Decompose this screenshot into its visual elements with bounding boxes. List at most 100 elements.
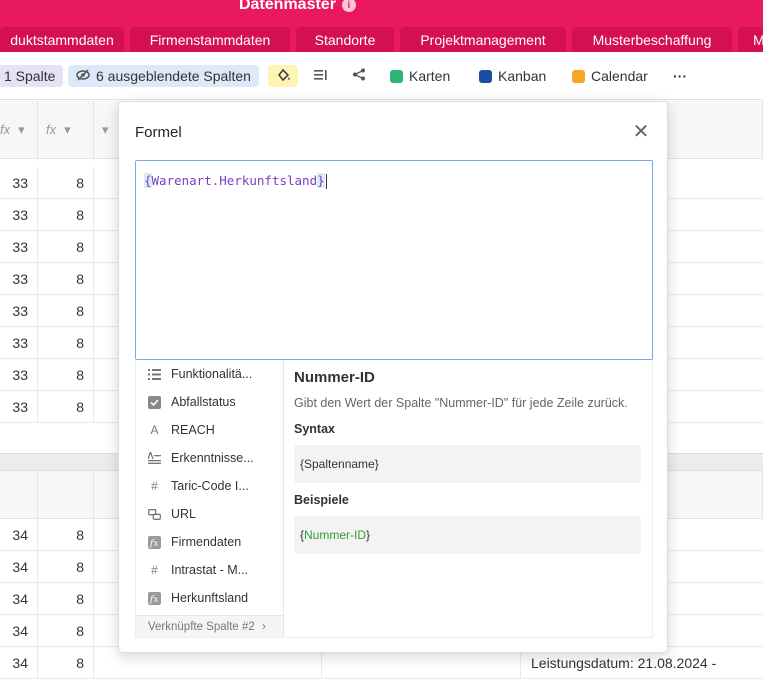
- column-item[interactable]: URL: [136, 500, 283, 528]
- kanban-view-button[interactable]: Kanban: [479, 65, 546, 87]
- tab-more[interactable]: M: [738, 27, 763, 52]
- formula-dialog: Formel ✕ {Warenart.Herkunftsland} Funkti…: [118, 101, 668, 653]
- help-description: Gibt den Wert der Spalte "Nummer-ID" für…: [294, 396, 628, 410]
- chevron-right-icon: ›: [261, 621, 266, 633]
- syntax-box: {Spaltenname}: [294, 445, 641, 483]
- cell[interactable]: 33: [0, 391, 38, 423]
- cell[interactable]: 8: [38, 583, 94, 615]
- column-header-2[interactable]: fx ▾: [38, 101, 94, 159]
- cell[interactable]: 34: [0, 647, 38, 679]
- cell[interactable]: 34: [0, 615, 38, 647]
- kanban-icon: [479, 69, 492, 83]
- tab-produktstammdaten[interactable]: duktstammdaten: [0, 27, 124, 52]
- tab-projektmanagement[interactable]: Projektmanagement: [400, 27, 566, 52]
- cell[interactable]: 33: [0, 263, 38, 295]
- close-icon[interactable]: ✕: [631, 122, 651, 142]
- cell[interactable]: 34: [0, 551, 38, 583]
- frozen-columns-label: 1 Spalte: [4, 68, 56, 84]
- kanban-label: Kanban: [498, 68, 547, 84]
- tab-standorte[interactable]: Standorte: [296, 27, 394, 52]
- long-text-icon: [148, 452, 161, 465]
- column-item-label: Erkenntnisse...: [171, 451, 254, 465]
- more-options-button[interactable]: ···: [673, 65, 687, 87]
- cell[interactable]: 8: [38, 551, 94, 583]
- column-menu-chevron-icon: ▾: [64, 121, 71, 137]
- column-item[interactable]: A REACH: [136, 416, 283, 444]
- text-a-icon: A: [150, 423, 159, 437]
- example-value: Nummer-ID: [304, 528, 367, 542]
- column-item[interactable]: fx Herkunftsland: [136, 584, 283, 612]
- cell[interactable]: 8: [38, 391, 94, 423]
- app-title: Datenmaster i: [239, 0, 356, 14]
- column-item[interactable]: # Taric-Code I...: [136, 472, 283, 500]
- cell[interactable]: 33: [0, 359, 38, 391]
- share-button[interactable]: [352, 65, 366, 87]
- column-item[interactable]: Erkenntnisse...: [136, 444, 283, 472]
- column-item[interactable]: Abfallstatus: [136, 388, 283, 416]
- example-brace-close: }: [366, 528, 371, 542]
- cell[interactable]: 8: [38, 295, 94, 327]
- syntax-heading: Syntax: [294, 422, 335, 436]
- view-toolbar: 1 Spalte 6 ausgeblendete Spalten Karten …: [0, 52, 763, 100]
- column-list: Funktionalitä... Abfallstatus A REACH Er…: [135, 360, 284, 638]
- list-icon: [148, 368, 161, 381]
- cell[interactable]: 8: [38, 519, 94, 551]
- cell[interactable]: 8: [38, 327, 94, 359]
- cell[interactable]: 34: [0, 583, 38, 615]
- column-item-label: Funktionalitä...: [171, 367, 253, 381]
- hidden-columns-button[interactable]: 6 ausgeblendete Spalten: [68, 65, 259, 87]
- svg-text:fx: fx: [149, 595, 158, 605]
- column-item[interactable]: fx Firmendaten: [136, 528, 283, 556]
- column-header-1[interactable]: fx ▾: [0, 101, 38, 159]
- column-menu-chevron-icon: ▾: [18, 121, 25, 137]
- syntax-value: {Spaltenname}: [300, 457, 379, 471]
- cell[interactable]: 8: [38, 199, 94, 231]
- column-item[interactable]: # Intrastat - M...: [136, 556, 283, 584]
- paint-bucket-icon: [276, 68, 291, 85]
- cell[interactable]: 8: [38, 647, 94, 679]
- tab-musterbeschaffung[interactable]: Musterbeschaffung: [572, 27, 732, 52]
- column-item-label: Firmendaten: [171, 535, 242, 549]
- formula-icon: fx: [148, 591, 161, 605]
- formula-column-icon: fx: [0, 122, 11, 137]
- formula-editor[interactable]: {Warenart.Herkunftsland}: [135, 160, 653, 360]
- linked-column-label: Verknüpfte Spalte #2: [148, 621, 255, 633]
- calendar-view-button[interactable]: Calendar: [572, 65, 648, 87]
- cell[interactable]: 33: [0, 199, 38, 231]
- column-menu-chevron-icon: ▾: [102, 121, 109, 137]
- karten-view-button[interactable]: Karten: [390, 65, 450, 87]
- column-item[interactable]: Funktionalitä...: [136, 360, 283, 388]
- map-pin-icon: [390, 69, 403, 83]
- cell[interactable]: 33: [0, 327, 38, 359]
- calendar-label: Calendar: [591, 68, 648, 84]
- share-icon: [352, 68, 366, 84]
- column-item-label: REACH: [171, 423, 215, 437]
- row-height-button[interactable]: [313, 65, 327, 87]
- cell[interactable]: 8: [38, 359, 94, 391]
- formula-code[interactable]: {Warenart.Herkunftsland}: [144, 173, 327, 189]
- karten-label: Karten: [409, 68, 451, 84]
- column-item-label: Intrastat - M...: [171, 563, 249, 577]
- eye-off-icon: [76, 68, 90, 84]
- cell[interactable]: 33: [0, 167, 38, 199]
- cell[interactable]: 8: [38, 167, 94, 199]
- cell[interactable]: 33: [0, 231, 38, 263]
- app-header: Datenmaster i duktstammdaten Firmenstamm…: [0, 0, 763, 52]
- cell[interactable]: 8: [38, 615, 94, 647]
- column-list-footer[interactable]: Verknüpfte Spalte #2 ›: [136, 615, 283, 637]
- group-header-cell: [38, 471, 94, 519]
- frozen-columns-button[interactable]: 1 Spalte: [0, 65, 64, 87]
- row-color-button[interactable]: [268, 65, 298, 87]
- tab-firmenstammdaten[interactable]: Firmenstammdaten: [130, 27, 290, 52]
- cell[interactable]: 8: [38, 231, 94, 263]
- formula-brace-close: }: [317, 173, 325, 188]
- cell[interactable]: 34: [0, 519, 38, 551]
- row-height-icon: [313, 68, 327, 84]
- column-item-label: Abfallstatus: [171, 395, 236, 409]
- info-icon[interactable]: i: [341, 0, 356, 12]
- hidden-columns-label: 6 ausgeblendete Spalten: [96, 68, 251, 84]
- column-item-label: Taric-Code I...: [171, 479, 249, 493]
- cell[interactable]: 33: [0, 295, 38, 327]
- cell[interactable]: 8: [38, 263, 94, 295]
- formula-column-icon: fx: [46, 122, 57, 137]
